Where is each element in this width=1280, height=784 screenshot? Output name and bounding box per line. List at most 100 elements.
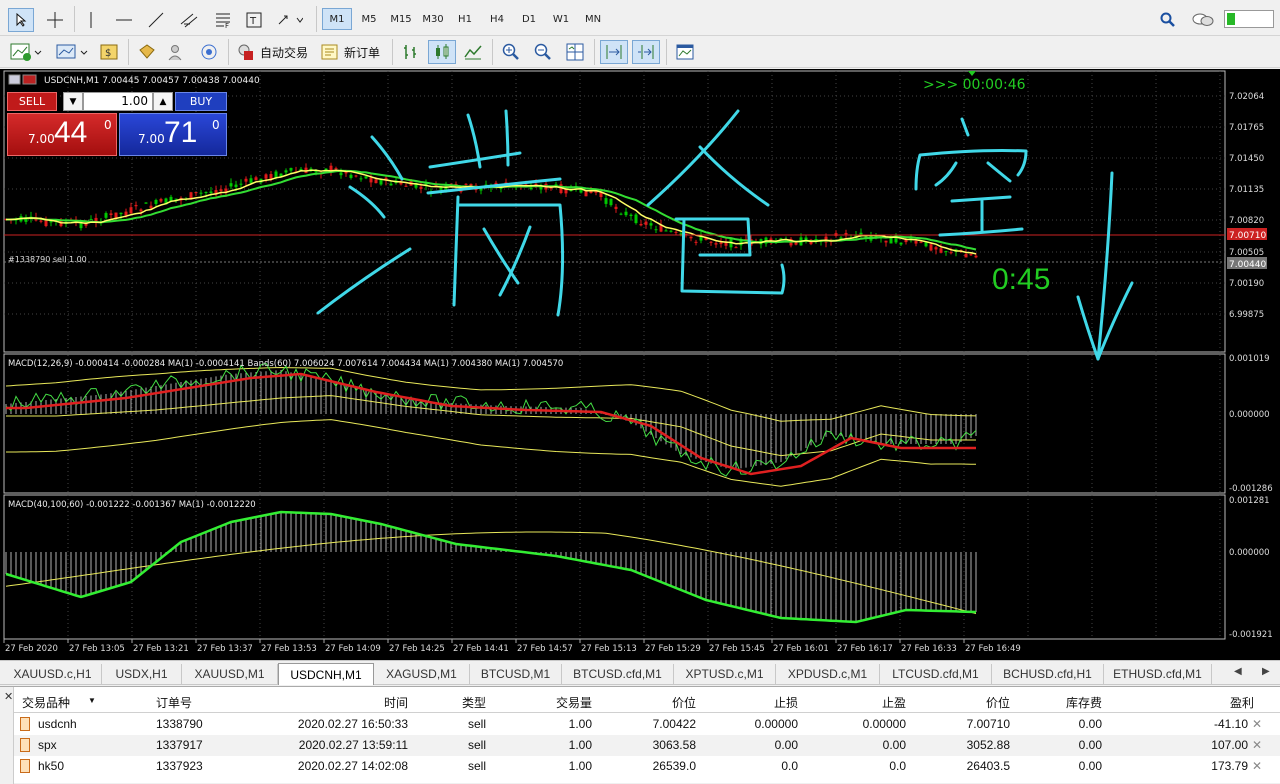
col-swap[interactable]: 库存费 xyxy=(1024,694,1102,711)
candle-body xyxy=(199,192,203,194)
candle-body xyxy=(124,211,128,216)
timeframe-mn[interactable]: MN xyxy=(578,8,608,30)
one-click-trading-panel: SELL ▼ 1.00 ▲ BUY 7.00 44 0 7.00 71 0 xyxy=(7,90,227,156)
toolbar-top: F T M1 M5 M15 M30 H1 H4 D1 W1 MN xyxy=(0,0,1280,36)
col-current-price[interactable]: 价位 xyxy=(914,694,1010,711)
tab-btcusd-m1[interactable]: BTCUSD,M1 xyxy=(470,664,562,684)
zoom-in-icon[interactable] xyxy=(498,40,524,64)
tab-usdcnh-m1[interactable]: USDCNH,M1 xyxy=(278,663,374,685)
position-icon xyxy=(20,738,30,752)
candlestick-chart-icon[interactable] xyxy=(428,40,456,64)
position-row[interactable]: spx 1337917 2020.02.27 13:59:11 sell 1.00 306… xyxy=(14,735,1280,756)
close-position-icon[interactable]: ✕ xyxy=(1252,738,1262,752)
sell-price-button[interactable]: 7.00 44 0 xyxy=(7,113,117,156)
timeframe-w1[interactable]: W1 xyxy=(546,8,576,30)
tab-xauusd-m1[interactable]: XAUUSD,M1 xyxy=(182,664,278,684)
chart-shift-icon[interactable] xyxy=(632,40,660,64)
close-position-icon[interactable]: ✕ xyxy=(1252,759,1262,773)
bands-lower-line xyxy=(6,419,976,487)
col-order[interactable]: 订单号 xyxy=(156,694,192,711)
profiles-icon[interactable] xyxy=(52,40,92,64)
text-tool-icon[interactable]: T xyxy=(242,8,266,32)
timeframe-m5[interactable]: M5 xyxy=(354,8,384,30)
horizontal-line-tool-icon[interactable] xyxy=(112,8,136,32)
tab-xauusd-c-h1[interactable]: XAUUSD.c,H1 xyxy=(4,664,102,684)
signals-icon[interactable] xyxy=(196,40,222,64)
candle-body xyxy=(674,231,678,233)
tile-windows-icon[interactable] xyxy=(562,40,588,64)
col-profit[interactable]: 盈利 xyxy=(1154,694,1254,711)
col-tp[interactable]: 止盈 xyxy=(814,694,906,711)
timeframe-m1[interactable]: M1 xyxy=(322,8,352,30)
row-tp: 0.00 xyxy=(882,738,906,752)
price-axis-label: 7.01765 xyxy=(1229,123,1264,133)
col-price[interactable]: 价位 xyxy=(614,694,696,711)
row-sl: 0.0 xyxy=(781,759,798,773)
sort-icon[interactable]: ▼ xyxy=(88,696,96,705)
candle-body xyxy=(769,238,773,241)
arrows-tool-icon[interactable] xyxy=(272,8,308,32)
tab-ltcusd-cfd-m1[interactable]: LTCUSD.cfd,M1 xyxy=(880,664,992,684)
tab-usdx-h1[interactable]: USDX,H1 xyxy=(102,664,182,684)
tab-scroll-left-icon[interactable]: ◀ xyxy=(1234,666,1242,677)
close-position-icon[interactable]: ✕ xyxy=(1252,717,1262,731)
cursor-tool-icon[interactable] xyxy=(8,8,34,32)
trendline-tool-icon[interactable] xyxy=(144,8,168,32)
position-row[interactable]: hk50 1337923 2020.02.27 14:02:08 sell 1.00 26… xyxy=(14,756,1280,777)
time-axis-label: 27 Feb 15:13 xyxy=(581,644,637,654)
timeframe-h4[interactable]: H4 xyxy=(482,8,512,30)
bar-chart-icon[interactable] xyxy=(398,40,424,64)
tab-scroll-right-icon[interactable]: ▶ xyxy=(1262,666,1270,677)
users-icon[interactable] xyxy=(164,40,190,64)
line-chart-icon[interactable] xyxy=(460,40,486,64)
chart-window[interactable]: #1338790 sell 1.00 USDCNH,M1 7.00445 7.0… xyxy=(0,69,1280,660)
tab-btcusd-cfd-m1[interactable]: BTCUSD.cfd,M1 xyxy=(562,664,674,684)
timeframe-m15[interactable]: M15 xyxy=(386,8,416,30)
buy-price-button[interactable]: 7.00 71 0 xyxy=(119,113,227,156)
sell-button[interactable]: SELL xyxy=(7,92,57,111)
sell-price-small: 7.00 xyxy=(28,132,55,146)
lot-decrease-button[interactable]: ▼ xyxy=(63,92,83,111)
chart-canvas[interactable]: #1338790 sell 1.00 USDCNH,M1 7.00445 7.0… xyxy=(0,69,1280,660)
candle-body xyxy=(614,206,618,210)
col-symbol[interactable]: 交易品种 xyxy=(22,694,70,711)
tab-bchusd-cfd-h1[interactable]: BCHUSD.cfd,H1 xyxy=(992,664,1104,684)
col-sl[interactable]: 止损 xyxy=(704,694,798,711)
navigator-icon[interactable] xyxy=(134,40,160,64)
tab-ethusd-cfd-m1[interactable]: ETHUSD.cfd,M1 xyxy=(1104,664,1212,684)
position-row[interactable]: usdcnh 1338790 2020.02.27 16:50:33 sell 1.00… xyxy=(14,714,1280,735)
timeframe-d1[interactable]: D1 xyxy=(514,8,544,30)
col-time[interactable]: 时间 xyxy=(314,694,408,711)
auto-trade-button[interactable]: 自动交易 xyxy=(236,40,312,64)
crosshair-tool-icon[interactable] xyxy=(42,8,68,32)
candle-body xyxy=(174,198,178,200)
new-chart-icon[interactable] xyxy=(6,40,46,64)
lot-increase-button[interactable]: ▲ xyxy=(153,92,173,111)
tab-xpdusd-c-m1[interactable]: XPDUSD.c,M1 xyxy=(776,664,880,684)
timeframe-h1[interactable]: H1 xyxy=(450,8,480,30)
svg-text:T: T xyxy=(249,16,257,27)
col-type[interactable]: 类型 xyxy=(414,694,486,711)
terminal-close-icon[interactable]: ✕ xyxy=(4,690,13,703)
candle-body xyxy=(234,184,238,187)
market-watch-icon[interactable]: $ xyxy=(96,40,122,64)
candle-body xyxy=(794,242,798,245)
buy-button[interactable]: BUY xyxy=(175,92,227,111)
tab-xptusd-c-m1[interactable]: XPTUSD.c,M1 xyxy=(674,664,776,684)
fibonacci-tool-icon[interactable]: F xyxy=(210,8,236,32)
toolbar-standard: $ 自动交易 新订单 xyxy=(0,36,1280,68)
new-order-button[interactable]: 新订单 xyxy=(320,40,386,64)
col-volume[interactable]: 交易量 xyxy=(494,694,592,711)
tab-xagusd-m1[interactable]: XAGUSD,M1 xyxy=(374,664,470,684)
templates-icon[interactable] xyxy=(672,40,698,64)
zoom-out-icon[interactable] xyxy=(530,40,556,64)
vertical-line-tool-icon[interactable] xyxy=(80,8,102,32)
search-icon[interactable] xyxy=(1158,8,1178,32)
candle-body xyxy=(194,192,198,194)
autoscroll-icon[interactable] xyxy=(600,40,628,64)
price-axis-label: 7.02064 xyxy=(1229,92,1264,102)
channel-tool-icon[interactable] xyxy=(176,8,202,32)
chat-icon[interactable] xyxy=(1190,8,1216,32)
lot-input[interactable]: 1.00 xyxy=(83,92,153,111)
timeframe-m30[interactable]: M30 xyxy=(418,8,448,30)
